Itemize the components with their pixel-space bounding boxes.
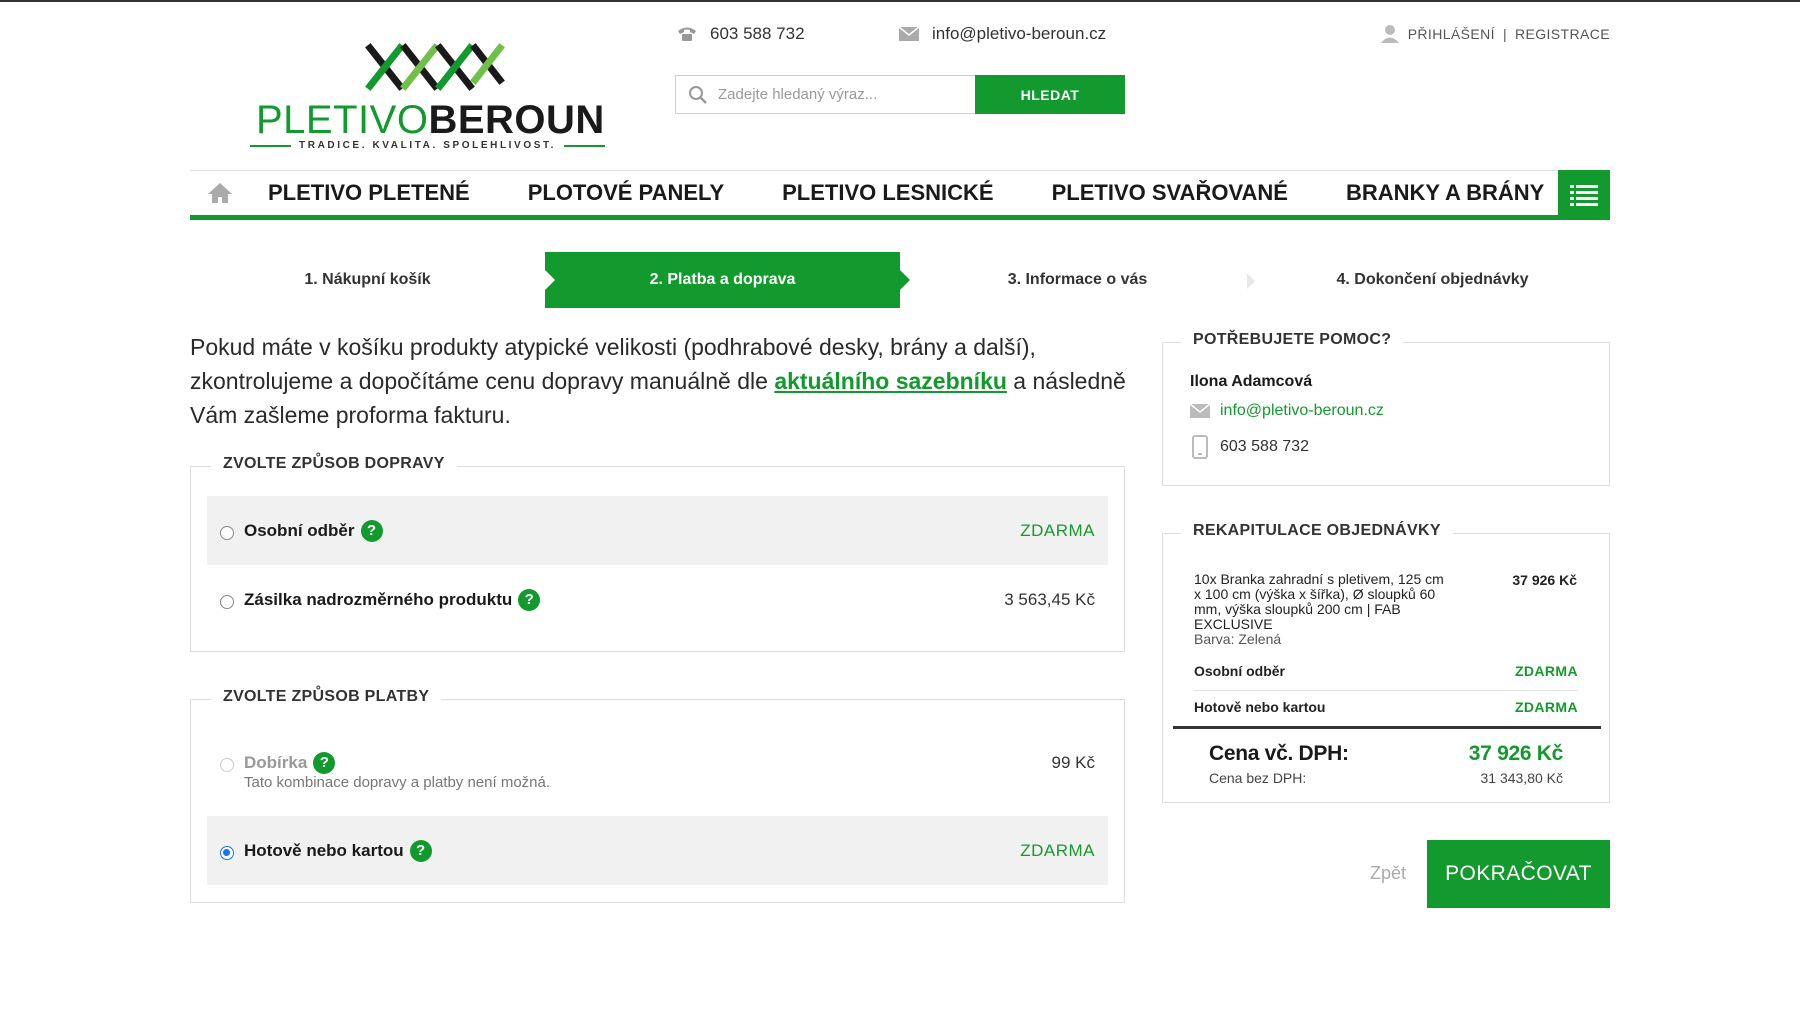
payment-price: ZDARMA xyxy=(1020,840,1095,860)
shipping-option-personal-pickup[interactable]: Osobní odběr? ZDARMA xyxy=(207,496,1108,565)
search-icon xyxy=(689,85,707,104)
mobile-icon xyxy=(1192,435,1208,459)
radio-oversize[interactable] xyxy=(220,594,234,609)
net-price: 31 343,80 Kč xyxy=(1480,770,1563,786)
back-link[interactable]: Zpět xyxy=(1370,863,1406,884)
payment-option-cod: Dobírka? 99 Kč Tato kombinace dopravy a … xyxy=(207,728,1108,797)
help-icon[interactable]: ? xyxy=(518,588,541,611)
nav-menu-button[interactable] xyxy=(1558,170,1610,220)
logo-mark-icon xyxy=(365,43,505,91)
nav-item-branky-a-brany[interactable]: BRANKY A BRÁNY xyxy=(1346,180,1544,206)
step-cart[interactable]: 1. Nákupní košík xyxy=(190,252,545,308)
mail-icon xyxy=(1190,403,1210,418)
summary-item-variant: Barva: Zelená xyxy=(1194,631,1282,647)
shipping-note: Pokud máte v košíku produkty atypické ve… xyxy=(190,334,1126,428)
home-icon xyxy=(208,183,232,203)
help-icon[interactable]: ? xyxy=(313,751,336,774)
summary-shipping-row: Osobní odběr ZDARMA xyxy=(1194,663,1578,679)
nav-item-pletivo-lesnicke[interactable]: PLETIVO LESNICKÉ xyxy=(782,180,993,206)
help-icon[interactable]: ? xyxy=(360,519,383,542)
total-label: Cena vč. DPH: xyxy=(1209,742,1349,765)
help-box: POTŘEBUJETE POMOC? Ilona Adamcová info@p… xyxy=(1162,331,1610,486)
summary-item-name: 10x Branka zahradní s pletivem, 125 cm x… xyxy=(1194,571,1444,632)
radio-cash-card[interactable] xyxy=(220,845,234,860)
payment-unavailable-note: Tato kombinace dopravy a platby není mož… xyxy=(244,774,551,791)
payment-price: 99 Kč xyxy=(1051,752,1095,772)
help-legend: POTŘEBUJETE POMOC? xyxy=(1181,331,1404,349)
account-separator: | xyxy=(1502,26,1507,42)
shipping-fieldset: ZVOLTE ZPŮSOB DOPRAVY Osobní odběr? ZDAR… xyxy=(190,455,1125,652)
radio-personal-pickup[interactable] xyxy=(220,525,234,540)
logo-wordmark: PLETIVOBEROUN xyxy=(256,98,605,142)
help-email-link[interactable]: info@pletivo-beroun.cz xyxy=(1220,402,1384,420)
search-box xyxy=(675,75,975,114)
shipping-option-oversize[interactable]: Zásilka nadrozměrného produktu? 3 563,45… xyxy=(207,565,1108,634)
register-link[interactable]: REGISTRACE xyxy=(1515,26,1610,42)
help-phone-row: 603 588 732 xyxy=(1190,435,1309,459)
help-email-row: info@pletivo-beroun.cz xyxy=(1190,402,1384,420)
step-finish[interactable]: 4. Dokončení objednávky xyxy=(1255,252,1610,308)
summary-payment-row: Hotově nebo kartou ZDARMA xyxy=(1194,699,1578,715)
step-payment-shipping[interactable]: 2. Platba a doprava xyxy=(545,252,910,308)
checkout-steps: 1. Nákupní košík 2. Platba a doprava 3. … xyxy=(190,252,1610,308)
main-nav: PLETIVO PLETENÉ PLOTOVÉ PANELY PLETIVO L… xyxy=(190,170,1610,220)
shipping-price: 3 563,45 Kč xyxy=(1004,589,1095,609)
summary-item: 10x Branka zahradní s pletivem, 125 cm x… xyxy=(1194,572,1454,647)
list-menu-icon xyxy=(1570,185,1598,206)
nav-home[interactable] xyxy=(190,182,250,204)
mail-icon xyxy=(898,26,920,41)
rates-link[interactable]: aktuálního sazebníku xyxy=(774,368,1007,394)
continue-button[interactable]: POKRAČOVAT xyxy=(1427,840,1610,908)
header-email[interactable]: info@pletivo-beroun.cz xyxy=(898,24,1106,44)
phone-icon xyxy=(678,27,696,41)
top-border xyxy=(0,0,1800,2)
header-phone[interactable]: 603 588 732 xyxy=(676,24,805,44)
step-info[interactable]: 3. Informace o vás xyxy=(900,252,1255,308)
login-link[interactable]: PŘIHLÁŠENÍ xyxy=(1408,26,1495,42)
search-button[interactable]: HLEDAT xyxy=(975,75,1125,114)
help-icon[interactable]: ? xyxy=(409,839,432,862)
payment-legend: ZVOLTE ZPŮSOB PLATBY xyxy=(211,688,442,706)
summary-legend: REKAPITULACE OBJEDNÁVKY xyxy=(1181,522,1453,540)
user-icon xyxy=(1380,25,1399,43)
shipping-legend: ZVOLTE ZPŮSOB DOPRAVY xyxy=(211,455,457,473)
account-links: PŘIHLÁŠENÍ | REGISTRACE xyxy=(1380,24,1610,44)
order-summary: REKAPITULACE OBJEDNÁVKY 10x Branka zahra… xyxy=(1162,522,1610,803)
contact-name: Ilona Adamcová xyxy=(1190,373,1313,390)
nav-item-plotove-panely[interactable]: PLOTOVÉ PANELY xyxy=(528,180,724,206)
search-input[interactable] xyxy=(718,86,948,103)
net-label: Cena bez DPH: xyxy=(1209,770,1307,786)
summary-item-price: 37 926 Kč xyxy=(1512,572,1577,588)
shipping-price: ZDARMA xyxy=(1020,520,1095,540)
logo-tagline: TRADICE. KVALITA. SPOLEHLIVOST. xyxy=(250,140,605,151)
nav-item-pletivo-pletene[interactable]: PLETIVO PLETENÉ xyxy=(268,180,470,206)
payment-fieldset: ZVOLTE ZPŮSOB PLATBY Dobírka? 99 Kč Tato… xyxy=(190,688,1125,903)
total-price: 37 926 Kč xyxy=(1468,742,1564,765)
search-form: HLEDAT xyxy=(675,75,1125,114)
nav-item-pletivo-svarovane[interactable]: PLETIVO SVAŘOVANÉ xyxy=(1052,180,1288,206)
site-logo[interactable]: PLETIVOBEROUN TRADICE. KVALITA. SPOLEHLI… xyxy=(250,40,610,155)
payment-option-cash-card[interactable]: Hotově nebo kartou? ZDARMA xyxy=(207,816,1108,885)
radio-cod xyxy=(220,757,234,772)
